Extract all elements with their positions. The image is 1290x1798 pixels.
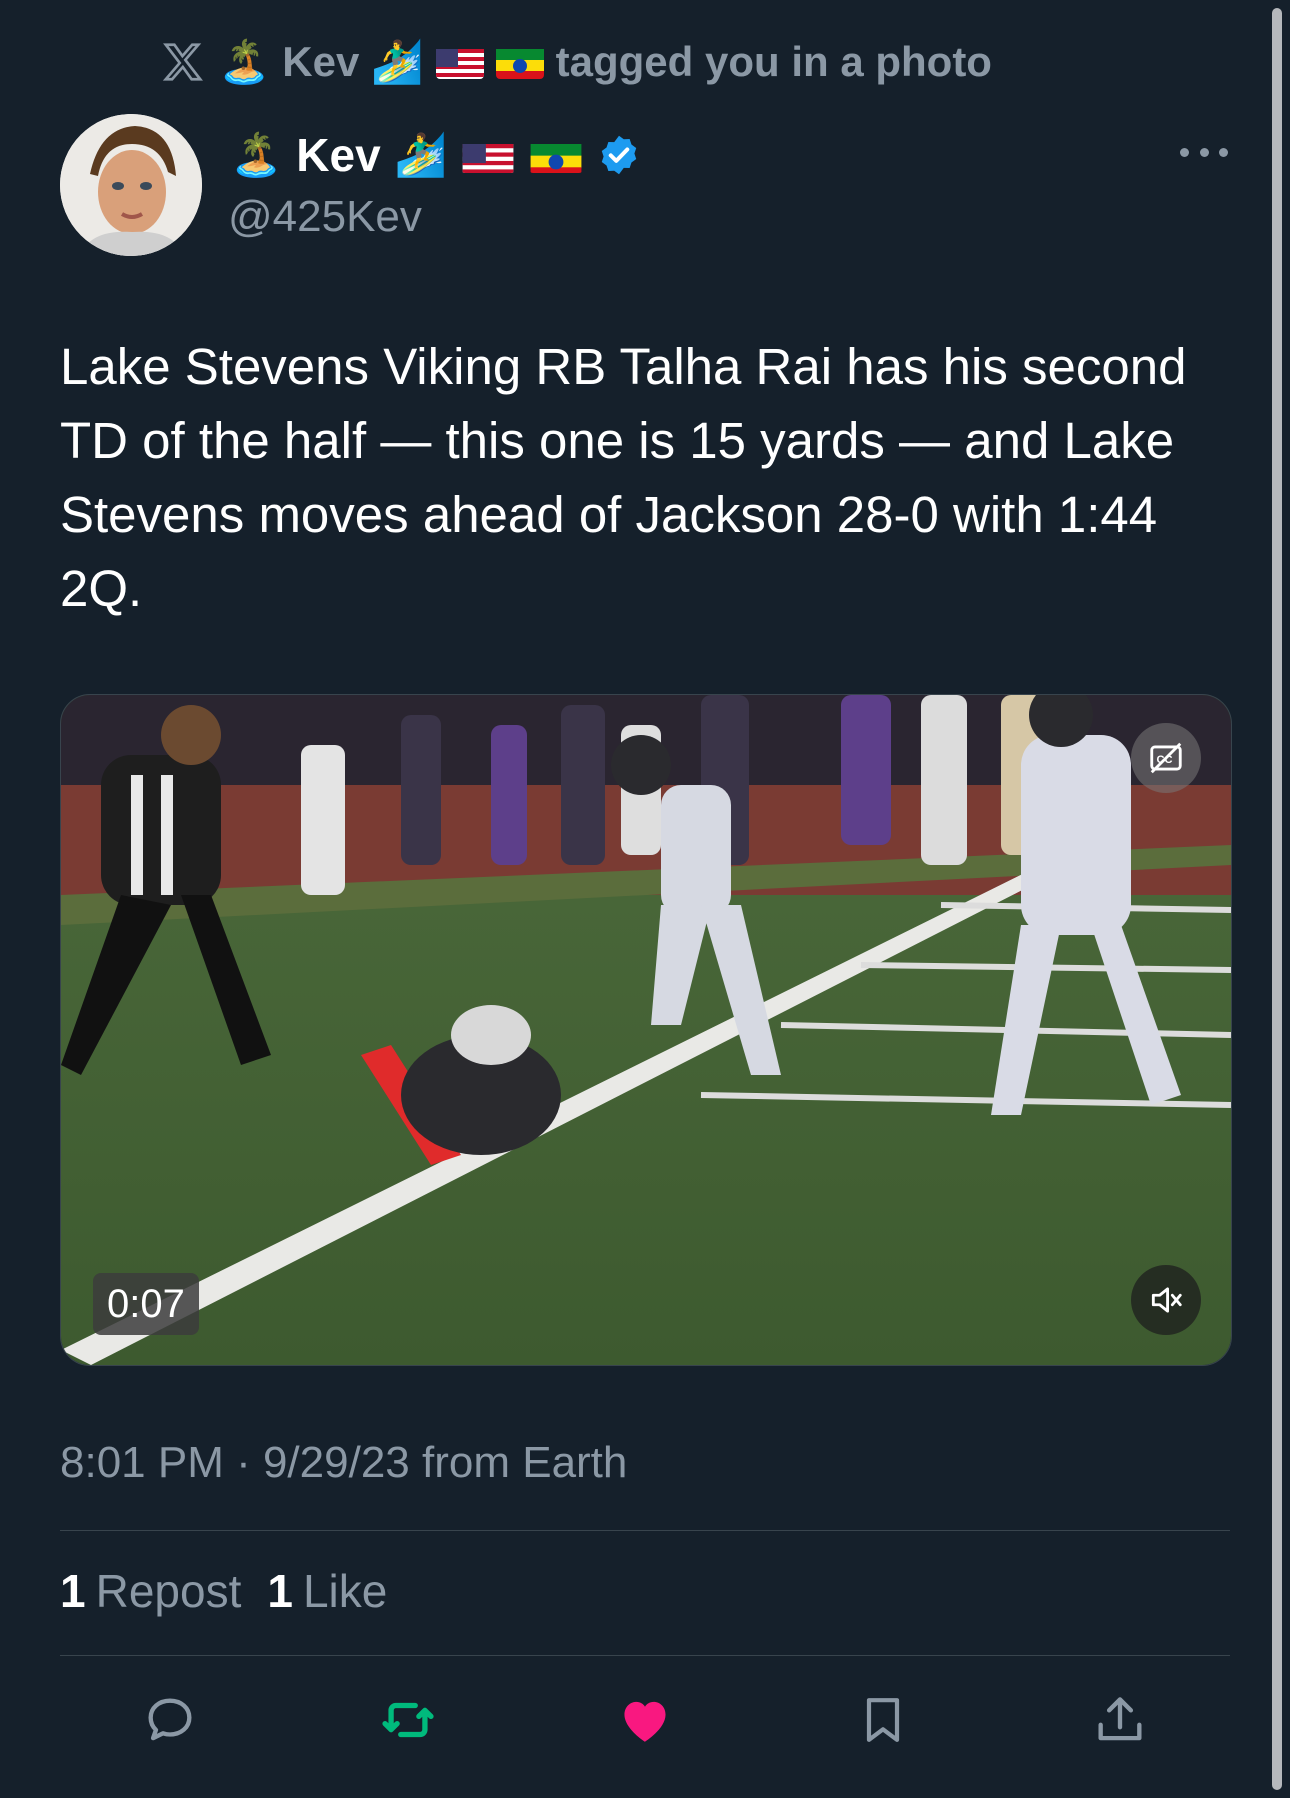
us-flag-icon [435, 45, 484, 79]
like-button[interactable] [615, 1690, 675, 1750]
engagement-stats: 1 Repost 1 Like [60, 1564, 387, 1618]
reposts-count: 1 [60, 1565, 86, 1617]
surfer-emoji: 🏄‍♂️ [371, 38, 424, 85]
share-button[interactable] [1090, 1690, 1150, 1750]
surfer-emoji: 🏄‍♂️ [394, 131, 447, 178]
author-handle[interactable]: @425Kev [228, 192, 422, 242]
mute-button[interactable] [1131, 1265, 1201, 1335]
video-duration: 0:07 [93, 1273, 199, 1335]
video-frame [61, 695, 1231, 1365]
ethiopia-flag-icon [495, 45, 544, 79]
reply-icon [148, 1698, 192, 1741]
author-display-name[interactable]: Kev [296, 128, 380, 182]
tweet-text: Lake Stevens Viking RB Talha Rai has his… [60, 338, 1187, 617]
author-name-row[interactable]: 🏝️ Kev 🏄‍♂️ [230, 125, 641, 185]
reposts-label: Repost [95, 1565, 242, 1617]
avatar[interactable] [60, 114, 202, 256]
bookmark-button[interactable] [853, 1690, 913, 1750]
us-flag-icon [461, 137, 515, 173]
ethiopia-flag-icon [529, 137, 583, 173]
context-name[interactable]: Kev [282, 38, 359, 86]
likes-count: 1 [267, 1565, 293, 1617]
captions-off-icon: CC [1150, 742, 1182, 774]
captions-button[interactable]: CC [1131, 723, 1201, 793]
island-emoji: 🏝️ [230, 131, 283, 178]
reply-button[interactable] [140, 1690, 200, 1750]
x-logo-icon [162, 43, 203, 81]
divider [60, 1655, 1230, 1656]
likes-label: Like [302, 1565, 388, 1617]
scrollbar[interactable] [1272, 8, 1282, 1790]
more-options-icon[interactable] [1180, 140, 1228, 164]
reposts-stat[interactable]: 1 Repost [60, 1564, 241, 1618]
video-player[interactable]: CC 0:07 [60, 694, 1232, 1366]
verified-badge-icon[interactable] [597, 133, 641, 177]
island-emoji: 🏝️ [218, 38, 271, 85]
context-action: tagged you in a photo [555, 38, 992, 85]
divider [60, 1530, 1230, 1531]
social-context: 🏝️ Kev 🏄‍♂️ tagged you in a photo [160, 36, 992, 88]
repost-icon [381, 1702, 434, 1738]
heart-filled-icon [624, 1701, 666, 1742]
share-upload-icon [1098, 1697, 1142, 1741]
tweet-timestamp[interactable]: 8:01 PM · 9/29/23 from Earth [60, 1438, 627, 1488]
bookmark-icon [866, 1698, 899, 1742]
action-bar [140, 1690, 1150, 1750]
repost-button[interactable] [378, 1690, 438, 1750]
likes-stat[interactable]: 1 Like [267, 1564, 387, 1618]
muted-speaker-icon [1151, 1287, 1182, 1313]
